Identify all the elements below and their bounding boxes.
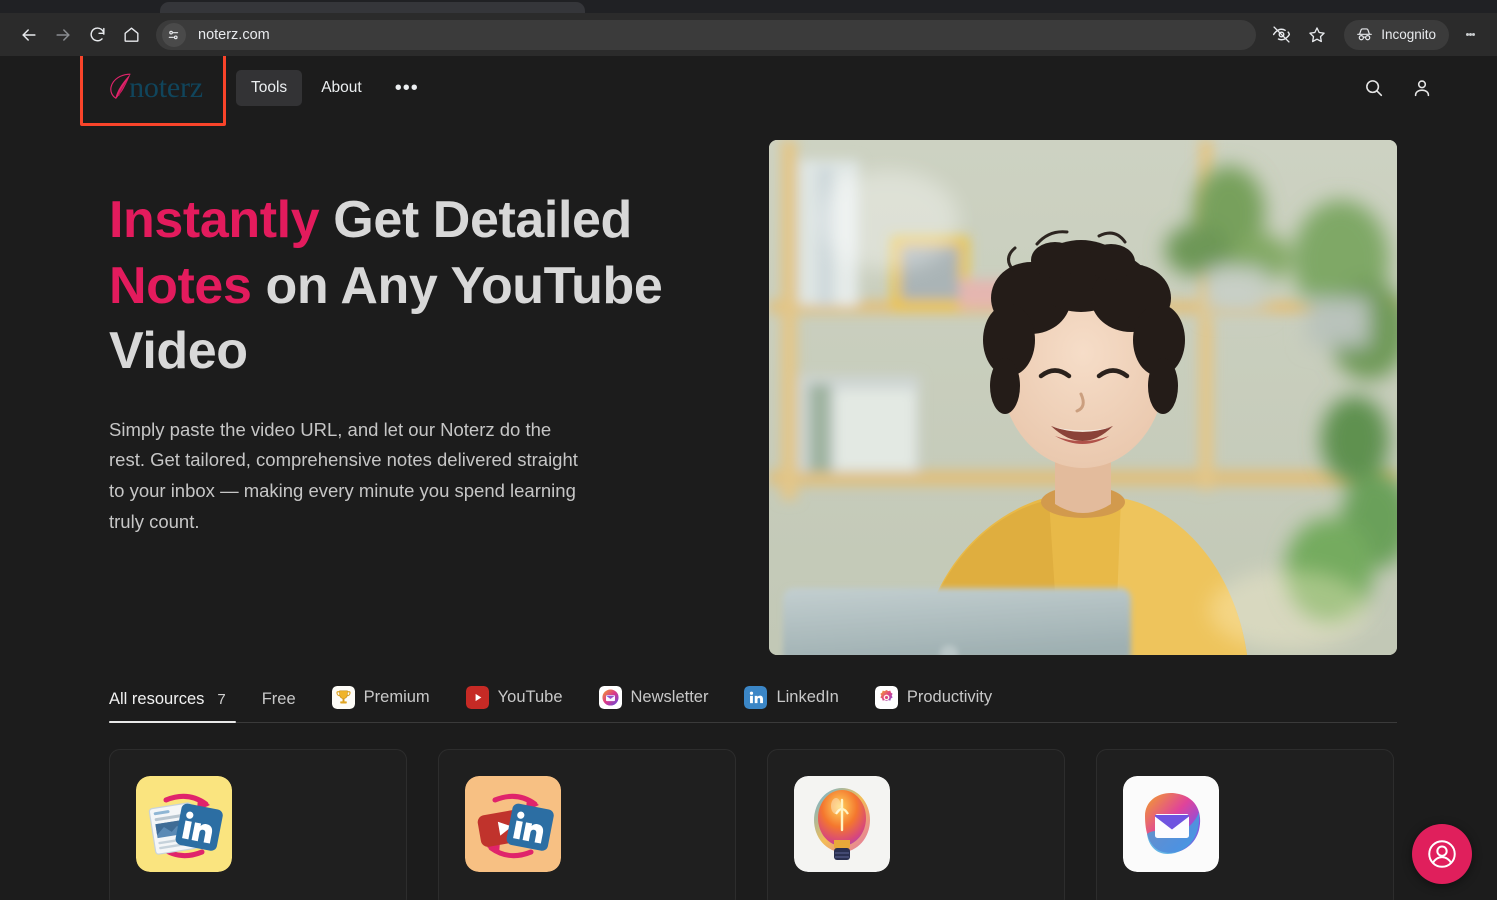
article-to-linkedin-icon xyxy=(136,776,232,872)
reload-button[interactable] xyxy=(80,18,114,52)
hero-section: Instantly Get Detailed Notes on Any YouT… xyxy=(0,120,1497,655)
linkedin-icon xyxy=(744,686,768,709)
filter-label: Premium xyxy=(363,688,430,706)
filter-label: All resources xyxy=(109,690,205,708)
site-nav: Tools About ••• xyxy=(236,70,433,106)
logo-text: noterz xyxy=(129,71,203,104)
filter-tab-free[interactable]: Free xyxy=(262,690,314,722)
card-icon-tile xyxy=(465,776,561,872)
reload-icon xyxy=(90,27,105,42)
site-header: noterz Tools About ••• xyxy=(0,56,1497,126)
filter-tab-premium[interactable]: Premium xyxy=(331,686,448,722)
card-icon-tile xyxy=(136,776,232,872)
bookmark-button[interactable] xyxy=(1300,18,1334,52)
filter-tab-productivity[interactable]: Productivity xyxy=(874,686,1010,722)
tracking-protection-button[interactable] xyxy=(1264,18,1298,52)
home-button[interactable] xyxy=(114,18,148,52)
filter-tab-youtube[interactable]: YouTube xyxy=(465,686,581,722)
nav-more-button[interactable]: ••• xyxy=(381,74,433,102)
filter-count: 7 xyxy=(217,691,226,708)
search-icon xyxy=(1366,80,1383,97)
resource-card[interactable] xyxy=(767,749,1065,900)
card-icon-tile xyxy=(1123,776,1219,872)
filter-tab-linkedin[interactable]: LinkedIn xyxy=(744,686,856,722)
back-button[interactable] xyxy=(12,18,46,52)
browser-tab[interactable] xyxy=(160,2,585,13)
newsletter-icon xyxy=(598,686,622,709)
page-title: Instantly Get Detailed Notes on Any YouT… xyxy=(109,188,699,385)
hero-title-accent-2: Notes xyxy=(109,256,252,315)
youtube-icon xyxy=(465,686,489,709)
card-icon-tile xyxy=(794,776,890,872)
browser-toolbar: noterz.com Incognito xyxy=(0,13,1497,56)
incognito-label: Incognito xyxy=(1381,27,1436,42)
page-content: noterz Tools About ••• Instantly Get Det… xyxy=(0,56,1497,900)
resource-filters-container: All resources 7 Free Premium YouTube New… xyxy=(0,686,1497,723)
incognito-hat-icon xyxy=(1357,28,1373,41)
resource-filters: All resources 7 Free Premium YouTube New… xyxy=(109,686,1397,723)
hero-title-plain-1: Get Detailed xyxy=(319,191,632,249)
productivity-gear-icon xyxy=(874,686,898,709)
filter-label: YouTube xyxy=(497,688,563,706)
browser-window: noterz.com Incognito noterz Tools About … xyxy=(0,0,1497,900)
eye-slash-icon xyxy=(1272,26,1290,43)
resource-card[interactable] xyxy=(1096,749,1394,900)
resource-card-grid xyxy=(0,723,1497,900)
youtube-to-linkedin-icon xyxy=(465,776,561,872)
browser-menu-button[interactable] xyxy=(1455,18,1485,52)
forward-arrow-icon xyxy=(56,28,70,41)
resource-card[interactable] xyxy=(438,749,736,900)
email-newsletter-icon xyxy=(1123,776,1219,872)
header-actions xyxy=(1363,77,1457,99)
nav-item-tools[interactable]: Tools xyxy=(236,70,303,106)
hero-photo-illustration xyxy=(769,140,1397,655)
hero-text-column: Instantly Get Detailed Notes on Any YouT… xyxy=(109,140,699,537)
trophy-icon xyxy=(331,686,355,709)
toolbar-right-actions: Incognito xyxy=(1264,18,1485,52)
filter-label: Free xyxy=(261,690,296,708)
account-icon xyxy=(1414,80,1430,97)
resource-card[interactable] xyxy=(109,749,407,900)
url-text[interactable]: noterz.com xyxy=(198,27,270,43)
site-settings-button[interactable] xyxy=(162,22,186,47)
user-avatar-icon xyxy=(1428,840,1456,868)
home-icon xyxy=(123,27,139,42)
filter-label: Newsletter xyxy=(630,688,709,706)
account-button[interactable] xyxy=(1411,77,1433,99)
filter-label: Productivity xyxy=(906,688,993,706)
star-icon xyxy=(1309,26,1325,42)
support-chat-button[interactable] xyxy=(1412,824,1472,884)
nav-item-about[interactable]: About xyxy=(306,70,377,106)
site-settings-icon xyxy=(168,30,179,39)
hero-image xyxy=(769,140,1397,655)
search-button[interactable] xyxy=(1363,77,1385,99)
filter-tab-all-resources[interactable]: All resources 7 xyxy=(109,690,236,723)
filter-tab-newsletter[interactable]: Newsletter xyxy=(598,686,727,722)
browser-tab-strip xyxy=(0,0,1497,13)
hero-subtitle: Simply paste the video URL, and let our … xyxy=(109,418,578,532)
lightbulb-idea-icon xyxy=(794,776,890,872)
filter-label: LinkedIn xyxy=(776,688,839,706)
address-bar[interactable]: noterz.com xyxy=(156,19,1257,50)
hero-title-accent-1: Instantly xyxy=(109,191,320,249)
logo-link[interactable]: noterz xyxy=(80,56,226,126)
forward-button[interactable] xyxy=(46,18,80,52)
incognito-indicator[interactable]: Incognito xyxy=(1344,19,1449,50)
back-arrow-icon xyxy=(22,28,36,41)
